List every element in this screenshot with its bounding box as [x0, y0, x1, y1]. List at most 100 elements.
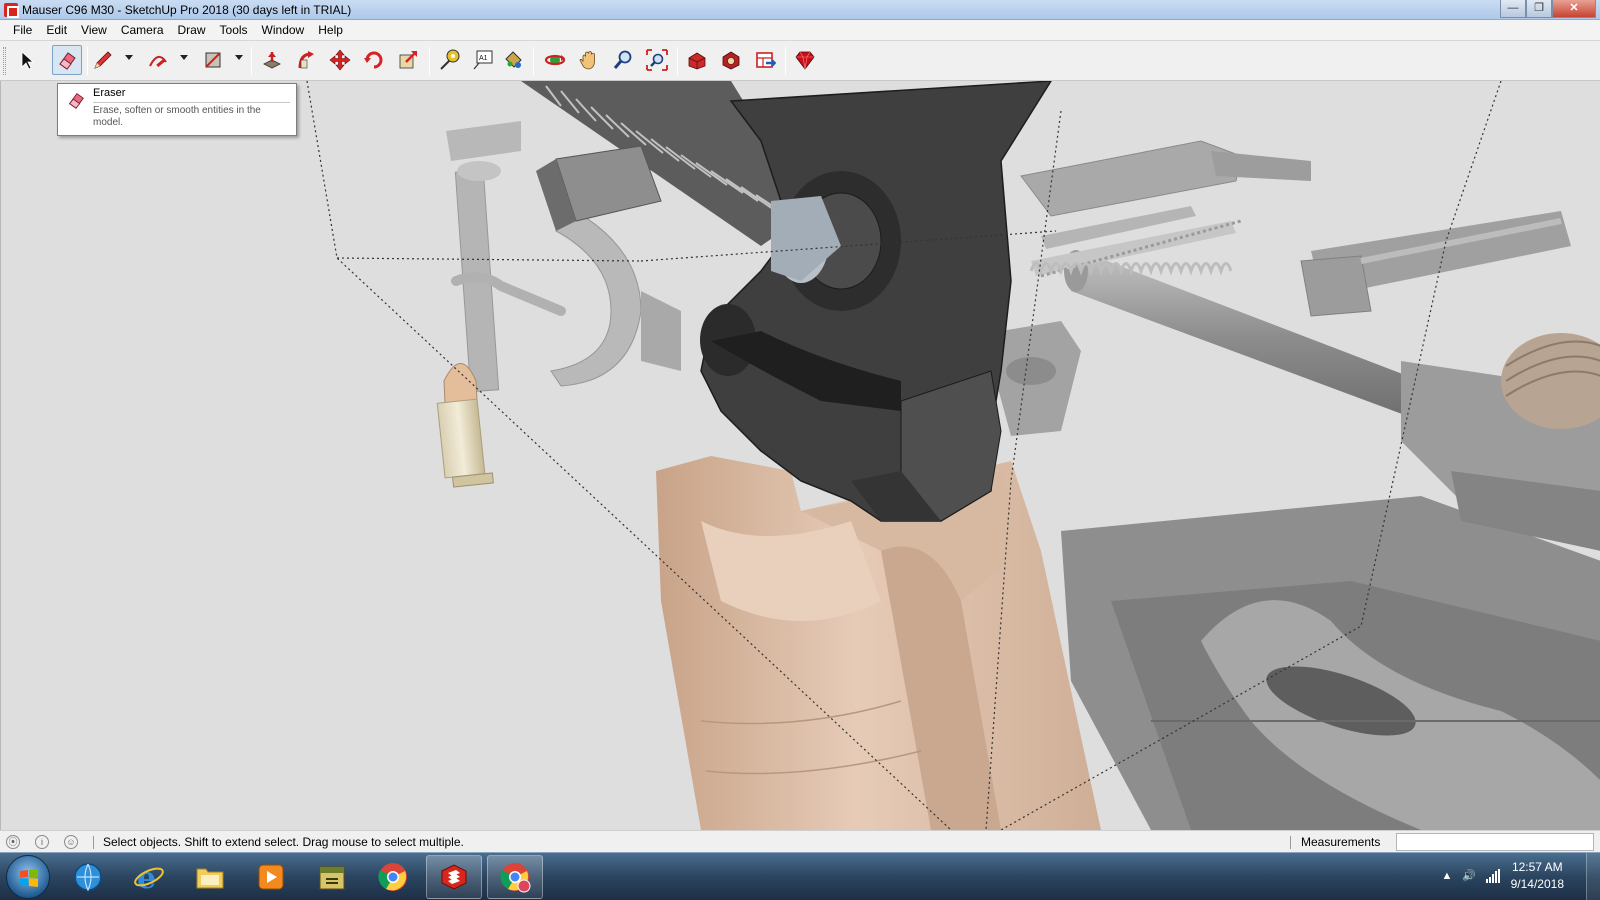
eraser-tool-button[interactable] — [52, 45, 82, 75]
toolbar-separator — [429, 47, 430, 75]
sketchup-app-icon[interactable] — [4, 3, 19, 18]
offset-icon — [298, 51, 314, 69]
locking-block-part — [536, 145, 662, 231]
extension-warehouse-icon — [722, 51, 740, 70]
status-separator — [1290, 836, 1291, 849]
paint-bucket-tool-button[interactable] — [498, 45, 528, 75]
rotate-icon — [364, 51, 383, 69]
system-tray: ▲ 🔊 12:57 AM 9/14/2018 — [1410, 853, 1600, 900]
move-tool-button[interactable] — [325, 45, 355, 75]
chrome-icon — [378, 863, 407, 891]
chevron-down-icon — [235, 55, 243, 60]
scale-icon — [399, 51, 417, 69]
scale-tool-button[interactable] — [393, 45, 423, 75]
3d-warehouse-icon — [688, 52, 706, 70]
orbit-icon — [544, 54, 566, 66]
extension-warehouse-button[interactable] — [716, 45, 746, 75]
sketchup-app-window: Mauser C96 M30 - SketchUp Pro 2018 (30 d… — [0, 0, 1600, 900]
zoom-extents-icon — [646, 49, 668, 71]
tray-expand-icon[interactable]: ▲ — [1440, 869, 1454, 883]
tape-measure-tool-button[interactable] — [434, 45, 464, 75]
menu-draw[interactable]: Draw — [171, 20, 213, 40]
taskbar-media-player[interactable] — [243, 855, 299, 899]
ruby-console-button[interactable] — [790, 45, 820, 75]
window-title: Mauser C96 M30 - SketchUp Pro 2018 (30 d… — [22, 3, 352, 17]
menu-camera[interactable]: Camera — [114, 20, 171, 40]
measurements-input[interactable] — [1396, 833, 1594, 851]
orbit-tool-button[interactable] — [540, 45, 570, 75]
media-player-icon — [258, 864, 284, 890]
network-icon[interactable] — [1486, 869, 1500, 883]
eraser-icon — [59, 52, 76, 70]
svg-text:e: e — [137, 861, 156, 893]
menu-window[interactable]: Window — [255, 20, 312, 40]
shape-tool-dropdown[interactable] — [234, 53, 244, 63]
model-viewport[interactable] — [0, 81, 1600, 830]
paint-bucket-icon — [505, 51, 522, 68]
3d-warehouse-button[interactable] — [682, 45, 712, 75]
toolbar-separator — [533, 47, 534, 75]
start-button[interactable] — [6, 855, 50, 899]
shape-tool-button[interactable] — [198, 45, 228, 75]
line-tool-dropdown[interactable] — [124, 53, 134, 63]
push-pull-icon — [263, 52, 281, 69]
status-bar: ⦿ i ☺ Select objects. Shift to extend se… — [0, 830, 1600, 852]
menu-tools[interactable]: Tools — [213, 20, 255, 40]
chevron-down-icon — [180, 55, 188, 60]
taskbar-globe-app[interactable] — [60, 855, 116, 899]
taskbar-chrome-profile[interactable] — [487, 855, 543, 899]
receiver-frame-part — [1061, 496, 1600, 830]
sight-parts — [1020, 140, 1311, 278]
show-desktop-button[interactable] — [1586, 853, 1600, 900]
menu-edit[interactable]: Edit — [39, 20, 74, 40]
follow-me-tool-button[interactable] — [291, 45, 321, 75]
send-to-layout-button[interactable] — [750, 45, 780, 75]
close-button[interactable]: ✕ — [1552, 0, 1596, 18]
title-bar[interactable]: Mauser C96 M30 - SketchUp Pro 2018 (30 d… — [0, 0, 1600, 20]
toolbar-separator — [785, 47, 786, 75]
taskbar-file-explorer[interactable] — [182, 855, 238, 899]
tape-measure-icon — [440, 49, 460, 70]
select-icon — [21, 51, 35, 70]
minimize-button[interactable]: — — [1500, 0, 1526, 18]
toolbar-grip[interactable] — [3, 47, 6, 75]
status-separator — [93, 836, 94, 849]
taskbar-chrome[interactable] — [365, 855, 421, 899]
ruby-console-icon — [795, 51, 815, 70]
menu-file[interactable]: File — [6, 20, 39, 40]
sketchup-icon — [441, 864, 467, 890]
push-pull-tool-button[interactable] — [257, 45, 287, 75]
rectangle-icon — [205, 52, 221, 68]
pan-tool-button[interactable] — [574, 45, 604, 75]
zoom-extents-tool-button[interactable] — [642, 45, 672, 75]
measurements-label: Measurements — [1301, 835, 1381, 849]
user-account-icon[interactable]: ☺ — [64, 835, 78, 849]
menu-view[interactable]: View — [74, 20, 114, 40]
taskbar-internet-explorer[interactable]: e — [121, 855, 177, 899]
zoom-icon — [613, 50, 632, 69]
eraser-icon — [66, 90, 86, 110]
arc-tool-button[interactable] — [143, 45, 173, 75]
arc-icon — [149, 55, 167, 68]
rotate-tool-button[interactable] — [359, 45, 389, 75]
arc-tool-dropdown[interactable] — [179, 53, 189, 63]
toolbar-separator — [251, 47, 252, 75]
credits-info-icon[interactable]: i — [35, 835, 49, 849]
archive-tool-icon — [319, 866, 345, 890]
volume-icon[interactable]: 🔊 — [1462, 869, 1476, 883]
line-tool-button[interactable] — [88, 45, 118, 75]
browser-globe-icon — [74, 863, 102, 892]
tooltip-description: Erase, soften or smooth entities in the … — [93, 105, 261, 128]
system-clock[interactable]: 12:57 AM 9/14/2018 — [1511, 859, 1564, 893]
taskbar-archive-tool[interactable] — [304, 855, 360, 899]
internet-explorer-icon: e — [134, 861, 164, 893]
zoom-tool-button[interactable] — [608, 45, 638, 75]
text-tool-button[interactable]: A1 — [468, 45, 498, 75]
clock-time: 12:57 AM — [1511, 860, 1563, 874]
network-bars-icon — [1486, 869, 1500, 883]
geo-location-icon[interactable]: ⦿ — [6, 835, 20, 849]
taskbar-sketchup[interactable] — [426, 855, 482, 899]
select-tool-button[interactable] — [12, 45, 42, 75]
restore-button[interactable]: ❐ — [1526, 0, 1552, 18]
menu-help[interactable]: Help — [311, 20, 350, 40]
